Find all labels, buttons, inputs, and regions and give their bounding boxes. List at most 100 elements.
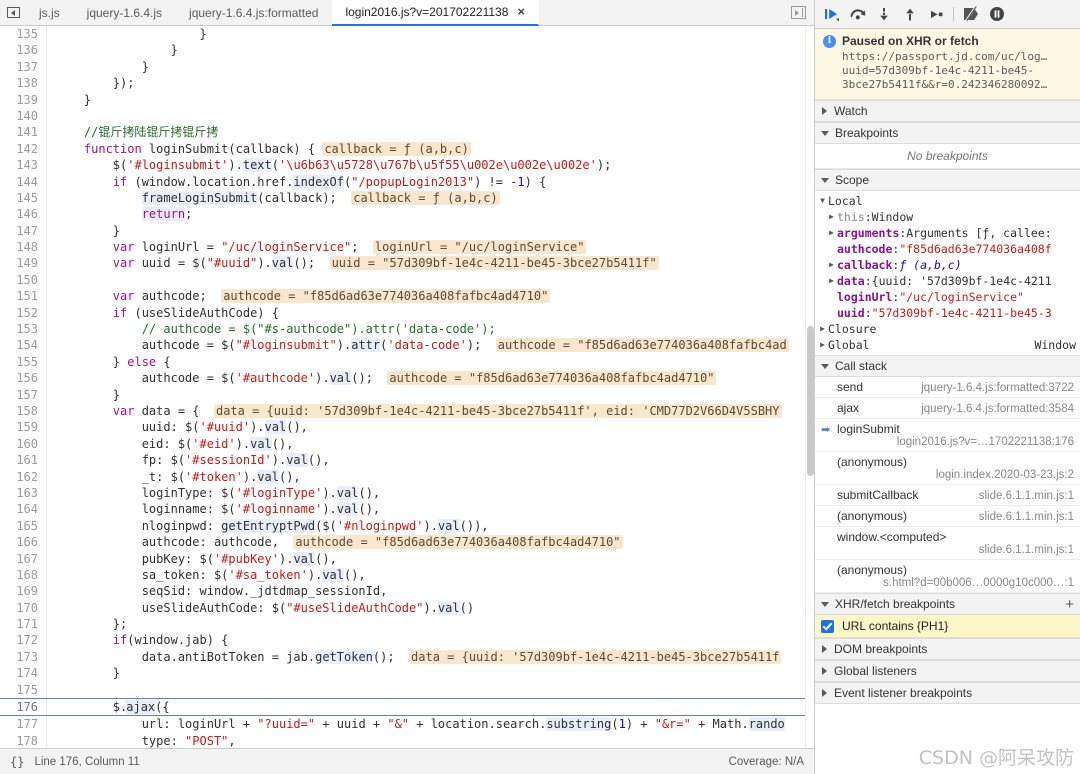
code-line[interactable]: 160 eid: $('#eid').val(), bbox=[0, 435, 805, 453]
line-number[interactable]: 151 bbox=[0, 288, 47, 305]
line-number[interactable]: 150 bbox=[0, 271, 47, 289]
call-stack-location[interactable]: login.index.2020-03-23.js:2 bbox=[821, 469, 1074, 481]
scrollbar-thumb[interactable] bbox=[807, 326, 814, 476]
scope-row[interactable]: ▶uuid: "57d309bf-1e4c-4211-be45-3 bbox=[815, 305, 1080, 321]
chevron-right-icon[interactable]: ▶ bbox=[826, 257, 837, 273]
line-number[interactable]: 152 bbox=[0, 304, 47, 322]
call-stack-location[interactable]: jquery-1.6.4.js:formatted:3722 bbox=[921, 382, 1074, 394]
line-number[interactable]: 154 bbox=[0, 337, 47, 354]
code-line[interactable]: 174 } bbox=[0, 665, 805, 682]
call-stack-location[interactable]: slide.6.1.1.min.js:1 bbox=[979, 490, 1074, 502]
code-line[interactable]: 173 data.antiBotToken = jab.getToken(); … bbox=[0, 648, 805, 666]
section-header-global-listeners[interactable]: Global listeners bbox=[815, 660, 1080, 682]
code-line[interactable]: 155 } else { bbox=[0, 353, 805, 371]
line-number[interactable]: 137 bbox=[0, 58, 47, 76]
line-number[interactable]: 142 bbox=[0, 140, 47, 158]
chevron-right-icon[interactable]: ▶ bbox=[817, 337, 828, 353]
line-number[interactable]: 164 bbox=[0, 501, 47, 518]
line-number[interactable]: 149 bbox=[0, 255, 47, 272]
close-icon[interactable]: × bbox=[517, 5, 525, 18]
code-line[interactable]: 145 frameLoginSubmit(callback); callback… bbox=[0, 189, 805, 207]
code-line[interactable]: 168 sa_token: $('#sa_token').val(), bbox=[0, 566, 805, 584]
line-number[interactable]: 162 bbox=[0, 468, 47, 485]
line-number[interactable]: 163 bbox=[0, 484, 47, 502]
line-number[interactable]: 145 bbox=[0, 189, 47, 207]
call-stack-row[interactable]: window.<computed> slide.6.1.1.min.js:1 bbox=[815, 527, 1080, 560]
section-header-call-stack[interactable]: Call stack bbox=[815, 355, 1080, 377]
pretty-print-icon[interactable]: {} bbox=[10, 755, 24, 769]
section-header-dom-breakpoints[interactable]: DOM breakpoints bbox=[815, 638, 1080, 660]
call-stack-row[interactable]: send jquery-1.6.4.js:formatted:3722 bbox=[815, 377, 1080, 398]
line-number[interactable]: 176 bbox=[0, 699, 47, 716]
code-line[interactable]: 159 uuid: $('#uuid').val(), bbox=[0, 419, 805, 436]
line-number[interactable]: 174 bbox=[0, 665, 47, 682]
code-line[interactable]: 152 if (useSlideAuthCode) { bbox=[0, 304, 805, 322]
line-number[interactable]: 144 bbox=[0, 173, 47, 190]
line-number[interactable]: 172 bbox=[0, 632, 47, 649]
code-line[interactable]: 169 seqSid: window._jdtdmap_sessionId, bbox=[0, 583, 805, 600]
code-line[interactable]: 146 return; bbox=[0, 206, 805, 223]
line-number[interactable]: 140 bbox=[0, 107, 47, 125]
section-header-watch[interactable]: Watch bbox=[815, 100, 1080, 122]
line-number[interactable]: 178 bbox=[0, 732, 47, 748]
scope-row[interactable]: ▶ data: {uuid: '57d309bf-1e4c-4211 bbox=[815, 273, 1080, 289]
code-line[interactable]: 141 //锟斤拷陆锟斤拷锟斤拷 bbox=[0, 124, 805, 141]
deactivate-breakpoints-icon[interactable] bbox=[958, 1, 984, 27]
code-line[interactable]: 162 _t: $('#token').val(), bbox=[0, 468, 805, 485]
code-line[interactable]: 171 }; bbox=[0, 616, 805, 633]
line-number[interactable]: 159 bbox=[0, 419, 47, 436]
code-line[interactable]: 148 var loginUrl = "/uc/loginService"; l… bbox=[0, 239, 805, 256]
code-line[interactable]: 157 } bbox=[0, 386, 805, 403]
step-icon[interactable] bbox=[923, 1, 949, 27]
line-number[interactable]: 165 bbox=[0, 517, 47, 535]
code-line[interactable]: 172 if(window.jab) { bbox=[0, 632, 805, 649]
call-stack-location[interactable]: login2016.js?v=…1702221138:176 bbox=[821, 436, 1074, 448]
step-into-icon[interactable] bbox=[871, 1, 897, 27]
chevron-right-icon[interactable]: ▶ bbox=[826, 225, 837, 241]
code-line[interactable]: 177 url: loginUrl + "?uuid=" + uuid + "&… bbox=[0, 716, 805, 733]
line-number[interactable]: 168 bbox=[0, 566, 47, 584]
code-line[interactable]: 149 var uuid = $("#uuid").val(); uuid = … bbox=[0, 255, 805, 272]
line-number[interactable]: 146 bbox=[0, 206, 47, 223]
line-number[interactable]: 141 bbox=[0, 124, 47, 141]
line-number[interactable]: 135 bbox=[0, 26, 47, 43]
resume-icon[interactable] bbox=[819, 1, 845, 27]
section-header-xhr-breakpoints[interactable]: XHR/fetch breakpoints + bbox=[815, 593, 1080, 615]
scope-row[interactable]: ▶ callback: ƒ (a,b,c) bbox=[815, 257, 1080, 273]
scope-row[interactable]: ▶loginUrl: "/uc/loginService" bbox=[815, 289, 1080, 305]
xhr-breakpoint-checkbox[interactable] bbox=[821, 619, 834, 633]
section-header-scope[interactable]: Scope bbox=[815, 169, 1080, 191]
xhr-breakpoint-row[interactable]: URL contains {PH1} bbox=[815, 615, 1080, 638]
code-line[interactable]: 178 type: "POST", bbox=[0, 732, 805, 748]
code-line[interactable]: 153 // authcode = $("#s-authcode").attr(… bbox=[0, 321, 805, 338]
line-number[interactable]: 138 bbox=[0, 75, 47, 92]
code-line[interactable]: 175 bbox=[0, 681, 805, 699]
line-number[interactable]: 177 bbox=[0, 716, 47, 733]
code-line[interactable]: 142 function loginSubmit(callback) { cal… bbox=[0, 140, 805, 158]
chevron-right-icon[interactable]: ▶ bbox=[826, 273, 837, 289]
editor-tab[interactable]: login2016.js?v=201702221138 × bbox=[332, 0, 539, 26]
call-stack-row[interactable]: ➡ loginSubmit login2016.js?v=…1702221138:1… bbox=[815, 419, 1080, 452]
code-line[interactable]: 136 } bbox=[0, 42, 805, 59]
code-line[interactable]: 138 }); bbox=[0, 75, 805, 92]
chevron-right-icon[interactable]: ▶ bbox=[817, 321, 828, 337]
line-number[interactable]: 169 bbox=[0, 583, 47, 600]
line-number[interactable]: 157 bbox=[0, 386, 47, 403]
call-stack-location[interactable]: slide.6.1.1.min.js:1 bbox=[979, 511, 1074, 523]
call-stack-row[interactable]: (anonymous) login.index.2020-03-23.js:2 bbox=[815, 452, 1080, 485]
line-number[interactable]: 171 bbox=[0, 616, 47, 633]
call-stack-row[interactable]: (anonymous) slide.6.1.1.min.js:1 bbox=[815, 506, 1080, 527]
section-header-breakpoints[interactable]: Breakpoints bbox=[815, 122, 1080, 144]
code-line[interactable]: 154 authcode = $("#loginsubmit").attr('d… bbox=[0, 337, 805, 354]
code-line[interactable]: 137 } bbox=[0, 58, 805, 76]
code-editor[interactable]: 135 } 136 } 137 } 138 }); 139 } 140 141 //锟斤拷陆… bbox=[0, 26, 814, 748]
line-number[interactable]: 161 bbox=[0, 452, 47, 469]
code-line[interactable]: 151 var authcode; authcode = "f85d6ad63e… bbox=[0, 288, 805, 305]
code-line[interactable]: 140 bbox=[0, 107, 805, 125]
line-number[interactable]: 173 bbox=[0, 648, 47, 666]
step-out-icon[interactable] bbox=[897, 1, 923, 27]
editor-tab[interactable]: jquery-1.6.4.js:formatted bbox=[176, 0, 332, 25]
line-number[interactable]: 139 bbox=[0, 91, 47, 108]
line-number[interactable]: 166 bbox=[0, 534, 47, 551]
editor-tab[interactable]: jquery-1.6.4.js bbox=[74, 0, 176, 25]
